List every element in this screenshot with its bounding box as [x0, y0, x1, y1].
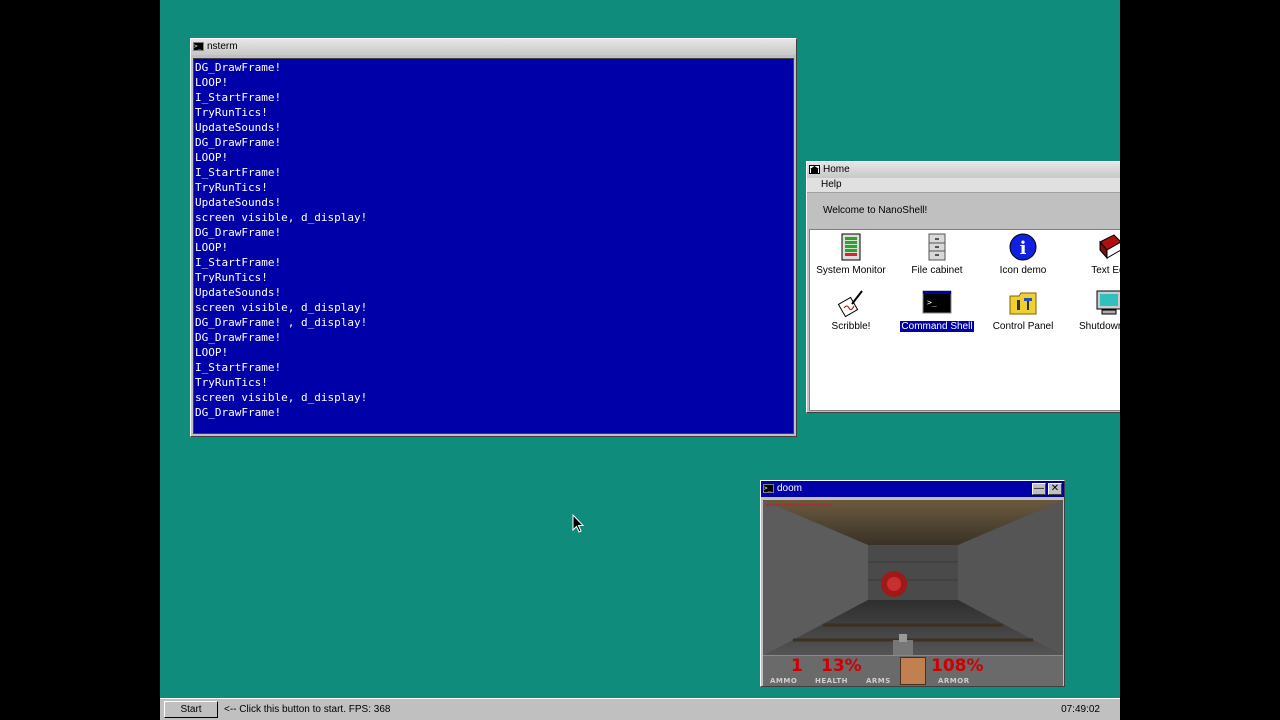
terminal-titlebar[interactable]: >_ nsterm	[191, 39, 796, 55]
terminal-line: screen visible, d_display!	[195, 301, 368, 314]
terminal-line: DG_DrawFrame!	[195, 406, 282, 419]
start-button[interactable]: Start	[164, 701, 218, 718]
menu-help[interactable]: Help	[821, 179, 842, 190]
home-window[interactable]: Home Help Welcome to NanoShell! System M…	[806, 161, 1120, 413]
home-system-monitor[interactable]: System Monitor	[808, 232, 894, 276]
command-shell-icon: >_	[922, 288, 952, 318]
system-monitor-icon	[836, 232, 866, 262]
doom-hud: 1 AMMO 13% HEALTH ARMS 108% ARMOR	[763, 655, 1063, 686]
terminal-line: TryRunTics!	[195, 271, 268, 284]
taskbar-clock: 07:49:02	[1061, 704, 1100, 715]
home-file-cabinet[interactable]: File cabinet	[894, 232, 980, 276]
home-title: Home	[823, 164, 850, 175]
file-cabinet-icon	[922, 232, 952, 262]
doom-scene	[763, 500, 1063, 656]
home-info[interactable]: i Icon demo	[980, 232, 1066, 276]
terminal-line: LOOP!	[195, 241, 229, 254]
hud-health: 13%	[821, 656, 862, 676]
doom-titlebar[interactable]: >_ doom — ✕	[761, 481, 1064, 497]
icon-label: System Monitor	[816, 265, 886, 276]
home-command-shell[interactable]: >_ Command Shell	[894, 288, 980, 333]
terminal-line: I_StartFrame!	[195, 256, 282, 269]
svg-text:i: i	[1020, 238, 1027, 259]
icon-label: Scribble!	[831, 321, 871, 332]
doom-window[interactable]: >_ doom — ✕ ▪▪▪▪▪▪▪▪▪▪▪▪▪▪▪▪▪▪▪▪▪▪ 1 AMM…	[760, 480, 1065, 687]
hud-ammo: 1	[791, 656, 803, 676]
terminal-line: screen visible, d_display!	[195, 211, 368, 224]
svg-text:>_: >_	[927, 298, 937, 307]
home-menubar: Help	[807, 178, 1120, 193]
terminal-line: I_StartFrame!	[195, 91, 282, 104]
terminal-line: UpdateSounds!	[195, 121, 282, 134]
terminal-line: DG_DrawFrame! , d_display!	[195, 316, 368, 329]
welcome-text: Welcome to NanoShell!	[823, 205, 928, 216]
terminal-line: UpdateSounds!	[195, 286, 282, 299]
taskbar: Start <-- Click this button to start. FP…	[160, 698, 1120, 720]
home-titlebar[interactable]: Home	[807, 162, 1120, 178]
shutdown-computer-icon	[1094, 288, 1120, 318]
terminal-line: DG_DrawFrame!	[195, 136, 282, 149]
hud-armor-label: ARMOR	[938, 677, 970, 685]
icon-label: Icon demo	[999, 265, 1047, 276]
terminal-line: DG_DrawFrame!	[195, 331, 282, 344]
home-scribble[interactable]: Scribble!	[808, 288, 894, 332]
terminal-line: DG_DrawFrame!	[195, 226, 282, 239]
hud-health-label: HEALTH	[815, 677, 848, 685]
home-control-panel[interactable]: Control Panel	[980, 288, 1066, 332]
control-panel-icon	[1008, 288, 1038, 318]
doom-window-icon: >_	[763, 484, 774, 493]
terminal-line: screen visible, d_display!	[195, 391, 368, 404]
hud-armor: 108%	[931, 656, 984, 676]
terminal-icon: >_	[193, 42, 204, 51]
icon-label: File cabinet	[911, 265, 963, 276]
terminal-line: LOOP!	[195, 151, 229, 164]
text-editor-icon	[1094, 232, 1120, 262]
terminal-line: DG_DrawFrame!	[195, 61, 282, 74]
terminal-line: UpdateSounds!	[195, 196, 282, 209]
desktop[interactable]: >_ nsterm DG_DrawFrame! LOOP! I_StartFrame…	[160, 0, 1120, 720]
info-icon: i	[1008, 232, 1038, 262]
doom-game-view[interactable]: ▪▪▪▪▪▪▪▪▪▪▪▪▪▪▪▪▪▪▪▪▪▪ 1 AMMO 13% HEALTH…	[763, 500, 1063, 686]
icon-label: Text Edi	[1091, 265, 1120, 276]
home-text-editor[interactable]: Text Edi	[1066, 232, 1120, 276]
icon-label: Command Shell	[899, 320, 975, 333]
terminal-line: I_StartFrame!	[195, 361, 282, 374]
close-button[interactable]: ✕	[1048, 483, 1062, 495]
terminal-line: TryRunTics!	[195, 106, 268, 119]
terminal-window[interactable]: >_ nsterm DG_DrawFrame! LOOP! I_StartFrame…	[190, 38, 797, 437]
terminal-line: LOOP!	[195, 76, 229, 89]
home-icon	[809, 165, 820, 174]
minimize-button[interactable]: —	[1032, 483, 1046, 495]
terminal-text: DG_DrawFrame! LOOP! I_StartFrame! TryRunTic…	[194, 59, 793, 420]
scribble-icon	[836, 288, 866, 318]
home-icon-panel: System Monitor File cabinet i Icon demo Text…	[809, 229, 1120, 411]
doom-face-icon	[900, 657, 926, 685]
icon-label: Control Panel	[992, 321, 1054, 332]
terminal-line: LOOP!	[195, 346, 229, 359]
doom-title: doom	[777, 483, 803, 494]
doom-status-message: ▪▪▪▪▪▪▪▪▪▪▪▪▪▪▪▪▪▪▪▪▪▪	[766, 502, 832, 509]
terminal-output[interactable]: DG_DrawFrame! LOOP! I_StartFrame! TryRunTic…	[193, 58, 794, 434]
terminal-line: TryRunTics!	[195, 181, 268, 194]
home-shutdown-computer[interactable]: Shutdown Co	[1066, 288, 1120, 332]
terminal-line: I_StartFrame!	[195, 166, 282, 179]
mouse-cursor-icon	[572, 514, 584, 533]
taskbar-hint: <-- Click this button to start. FPS: 368	[224, 704, 391, 715]
icon-label: Shutdown Co	[1078, 321, 1120, 332]
terminal-line: TryRunTics!	[195, 376, 268, 389]
terminal-title: nsterm	[207, 41, 238, 52]
hud-arms-label: ARMS	[866, 677, 891, 685]
hud-ammo-label: AMMO	[770, 677, 798, 685]
